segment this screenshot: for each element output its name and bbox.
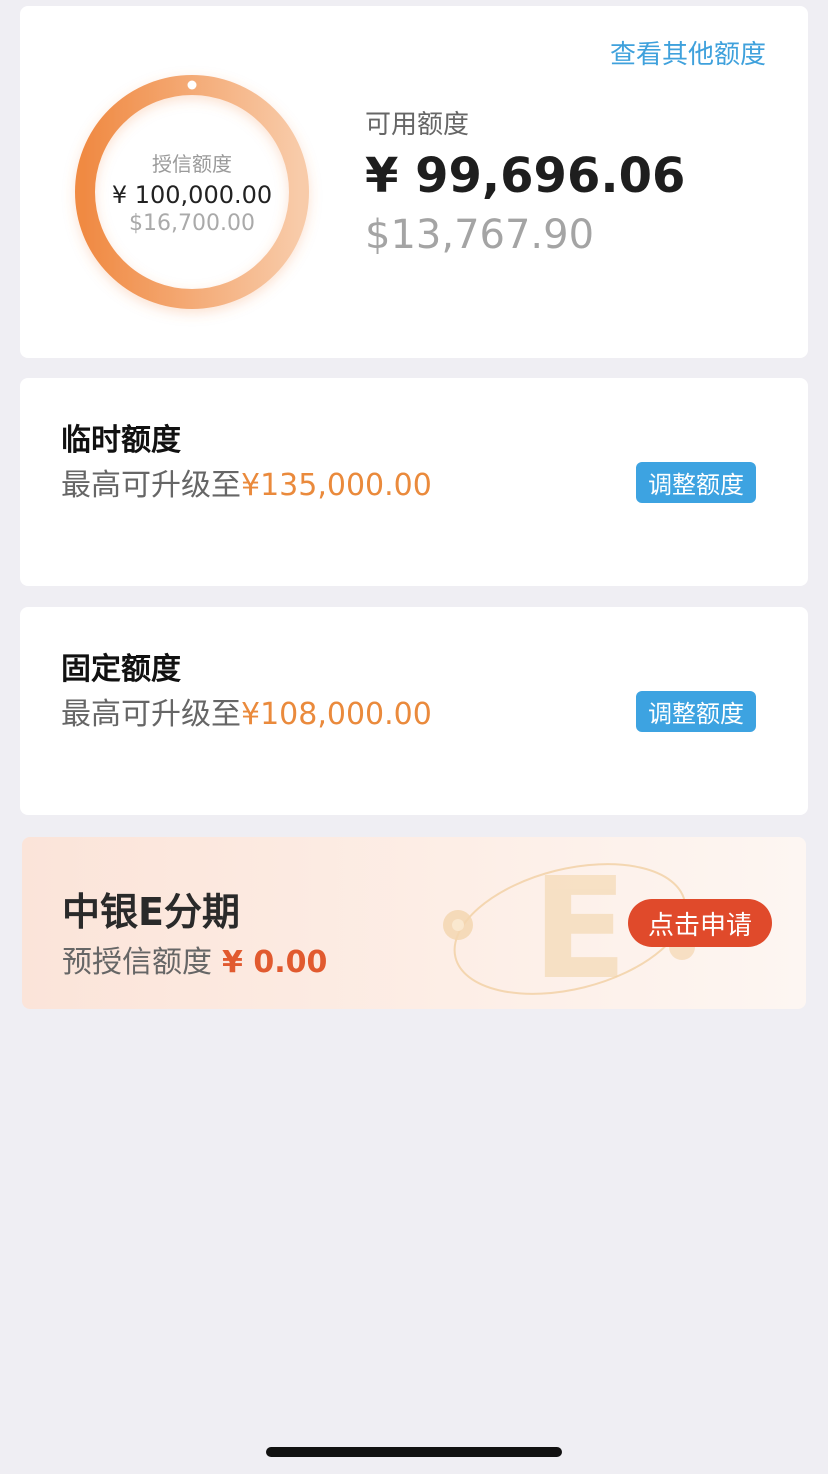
installment-promo-desc: 预授信额度 ¥ 0.00 — [62, 937, 327, 981]
fixed-limit-desc: 最高可升级至¥108,000.00 — [61, 689, 432, 733]
installment-pre-credit-label: 预授信额度 — [62, 945, 212, 980]
temporary-limit-desc: 最高可升级至¥135,000.00 — [61, 460, 432, 504]
adjust-temporary-limit-button[interactable]: 调整额度 — [636, 462, 756, 503]
fixed-limit-card: 固定额度 最高可升级至¥108,000.00 调整额度 — [20, 607, 808, 815]
installment-pre-credit-amount: ¥ 0.00 — [222, 945, 328, 980]
installment-promo-title: 中银E分期 — [62, 890, 240, 934]
installment-promo-card[interactable]: E 中银E分期 预授信额度 ¥ 0.00 点击申请 — [22, 837, 806, 1009]
temporary-limit-desc-prefix: 最高可升级至 — [61, 468, 241, 503]
available-credit-usd: $13,767.90 — [365, 212, 595, 258]
total-credit-cny: ¥ 100,000.00 — [111, 181, 273, 209]
temporary-limit-title: 临时额度 — [61, 423, 181, 458]
total-credit-label: 授信额度 — [152, 152, 232, 176]
ring-center-text: 授信额度 ¥ 100,000.00 $16,700.00 — [74, 74, 310, 310]
apply-installment-button[interactable]: 点击申请 — [628, 899, 772, 947]
fixed-limit-title: 固定额度 — [61, 652, 181, 687]
view-other-limits-link[interactable]: 查看其他额度 — [610, 34, 766, 71]
fixed-limit-desc-prefix: 最高可升级至 — [61, 697, 241, 732]
available-credit-label: 可用额度 — [365, 110, 470, 140]
adjust-fixed-limit-button[interactable]: 调整额度 — [636, 691, 756, 732]
available-credit-cny: ¥ 99,696.06 — [365, 148, 686, 204]
total-credit-usd: $16,700.00 — [129, 211, 255, 236]
temporary-limit-card: 临时额度 最高可升级至¥135,000.00 调整额度 — [20, 378, 808, 586]
credit-overview-card: 查看其他额度 授信额度 ¥ 100,000.00 $16,700.00 可用额度… — [20, 6, 808, 358]
home-indicator[interactable] — [266, 1447, 562, 1457]
promo-e-letter: E — [532, 848, 628, 1007]
temporary-limit-max-amount: ¥135,000.00 — [241, 468, 432, 503]
fixed-limit-max-amount: ¥108,000.00 — [241, 697, 432, 732]
credit-ring: 授信额度 ¥ 100,000.00 $16,700.00 — [74, 74, 310, 310]
